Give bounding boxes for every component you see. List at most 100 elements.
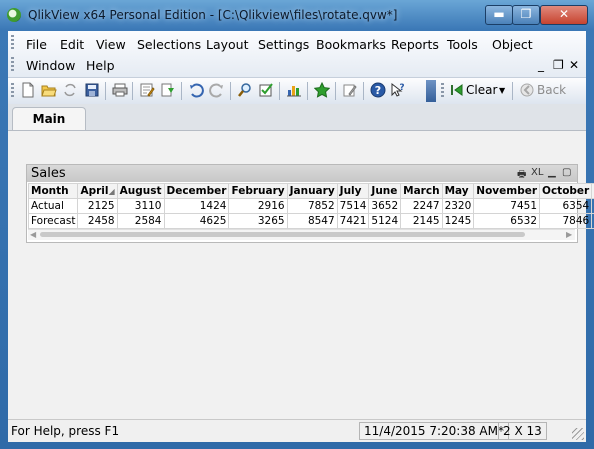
column-header[interactable]: June — [368, 183, 402, 199]
menu-view[interactable]: View — [96, 37, 126, 52]
status-bar: For Help, press F1 11/4/2015 7:20:38 AM*… — [8, 419, 586, 442]
column-header[interactable]: October — [539, 183, 593, 199]
table-cell[interactable]: 7421 — [336, 213, 370, 229]
help-icon[interactable]: ? — [370, 82, 386, 98]
table-cell[interactable]: 1424 — [163, 198, 230, 214]
edit-icon[interactable] — [342, 82, 358, 98]
toolbar-grip[interactable] — [11, 83, 14, 99]
row-label[interactable]: Forecast — [27, 213, 79, 229]
object-caption[interactable]: Sales 🖶 XL ▁ ▢ — [27, 165, 577, 182]
minimize-button[interactable]: ▬ — [485, 5, 513, 25]
search-icon[interactable] — [237, 82, 253, 98]
menu-tools[interactable]: Tools — [447, 37, 478, 52]
mdi-close-button[interactable]: ✕ — [569, 58, 579, 72]
table-cell[interactable]: 6354 — [539, 198, 593, 214]
table-cell[interactable]: 3110 — [116, 198, 165, 214]
toolbar-grip-2[interactable] — [441, 83, 444, 99]
maximize-icon[interactable]: ▢ — [562, 167, 571, 178]
toolbar-overflow-chevron-icon[interactable] — [426, 80, 436, 102]
toolbar-separator — [181, 82, 182, 100]
new-icon[interactable] — [20, 82, 36, 98]
bookmark-star-icon[interactable] — [314, 82, 330, 98]
menu-file[interactable]: File — [26, 37, 47, 52]
clear-dropdown-chevron-down-icon[interactable]: ▼ — [499, 86, 505, 95]
table-cell[interactable]: 3652 — [368, 198, 402, 214]
qlikview-app-icon[interactable] — [7, 8, 21, 22]
mdi-restore-button[interactable]: ❐ — [553, 58, 564, 72]
context-help-icon[interactable]: ? — [390, 82, 406, 98]
sales-table-object[interactable]: Sales 🖶 XL ▁ ▢ Month April◢ August Decem… — [26, 164, 594, 243]
clear-button[interactable]: Clear — [466, 83, 497, 97]
table-cell[interactable]: 7846 — [539, 213, 593, 229]
menu-layout[interactable]: Layout — [206, 37, 249, 52]
minimize-icon[interactable]: ▁ — [548, 167, 556, 178]
table-cell[interactable]: 4625 — [163, 213, 230, 229]
close-button[interactable]: ✕ — [540, 5, 588, 25]
save-icon[interactable] — [84, 82, 100, 98]
scroll-left-arrow-icon[interactable]: ◀ — [30, 230, 36, 239]
menu-window[interactable]: Window — [26, 58, 75, 73]
column-header[interactable]: August — [116, 183, 165, 199]
table-cell[interactable]: 8547 — [286, 213, 338, 229]
table-cell[interactable]: 2247 — [400, 198, 443, 214]
menu-object[interactable]: Object — [492, 37, 533, 52]
column-header[interactable]: January — [286, 183, 338, 199]
table-cell[interactable]: 7514 — [336, 198, 370, 214]
horizontal-scrollbar[interactable]: ◀ ▶ — [28, 229, 575, 240]
status-datetime: 11/4/2015 7:20:38 AM* — [359, 422, 509, 440]
column-header[interactable]: May — [441, 183, 475, 199]
table-cell[interactable]: 2916 — [228, 198, 288, 214]
column-header[interactable]: November — [473, 183, 541, 199]
undo-icon[interactable] — [188, 82, 204, 98]
mdi-minimize-button[interactable]: _ — [538, 58, 544, 72]
print-icon[interactable]: 🖶 — [517, 167, 526, 184]
tab-main[interactable]: Main — [12, 107, 86, 131]
sheet-area: Main Sales 🖶 XL ▁ ▢ Month April◢ August … — [8, 104, 594, 420]
table-cell[interactable]: 6532 — [473, 213, 541, 229]
open-icon[interactable] — [41, 82, 57, 98]
column-header[interactable]: July — [336, 183, 370, 199]
row-label[interactable]: Actual — [27, 198, 79, 214]
edit-script-icon[interactable] — [139, 82, 155, 98]
reload-icon[interactable] — [62, 82, 78, 98]
scrollbar-thumb[interactable] — [40, 232, 525, 237]
column-header[interactable]: April◢ — [77, 183, 118, 199]
toolbar-separator — [363, 82, 364, 100]
table-cell[interactable]: 2320 — [441, 198, 475, 214]
table-cell[interactable]: 2458 — [77, 213, 118, 229]
column-header[interactable]: Month — [27, 183, 79, 199]
menu-selections[interactable]: Selections — [137, 37, 201, 52]
table-cell[interactable]: 7451 — [473, 198, 541, 214]
table-cell[interactable]: 1245 — [441, 213, 475, 229]
table-cell[interactable]: 7852 — [286, 198, 338, 214]
column-header[interactable]: February — [228, 183, 288, 199]
menu-help[interactable]: Help — [86, 58, 115, 73]
menu-grip-2[interactable] — [11, 57, 14, 73]
print-icon[interactable] — [112, 82, 128, 98]
menu-grip[interactable] — [11, 35, 14, 51]
menu-settings[interactable]: Settings — [258, 37, 309, 52]
table-cell[interactable]: 2145 — [400, 213, 443, 229]
select-fields-icon[interactable] — [258, 82, 274, 98]
menu-bookmarks[interactable]: Bookmarks — [316, 37, 386, 52]
reload-data-icon[interactable] — [160, 82, 176, 98]
column-header[interactable]: December — [163, 183, 230, 199]
table-cell[interactable]: 2584 — [116, 213, 165, 229]
scroll-right-arrow-icon[interactable]: ▶ — [566, 230, 572, 239]
resize-grip-icon[interactable] — [572, 428, 584, 440]
maximize-button[interactable]: ❐ — [512, 5, 540, 25]
menu-reports[interactable]: Reports — [391, 37, 439, 52]
back-icon[interactable] — [519, 82, 535, 98]
back-button[interactable]: Back — [537, 83, 566, 97]
xl-icon[interactable]: XL — [531, 167, 543, 178]
table-cell[interactable]: 5124 — [368, 213, 402, 229]
menu-edit[interactable]: Edit — [60, 37, 84, 52]
title-bar[interactable]: QlikView x64 Personal Edition - [C:\Qlik… — [0, 0, 594, 32]
column-header[interactable]: March — [400, 183, 443, 199]
new-chart-icon[interactable] — [286, 82, 302, 98]
pivot-table[interactable]: Month April◢ August December February Ja… — [27, 183, 594, 229]
table-cell[interactable]: 2125 — [77, 198, 118, 214]
redo-icon[interactable] — [209, 82, 225, 98]
clear-icon[interactable] — [449, 82, 465, 98]
table-cell[interactable]: 3265 — [228, 213, 288, 229]
